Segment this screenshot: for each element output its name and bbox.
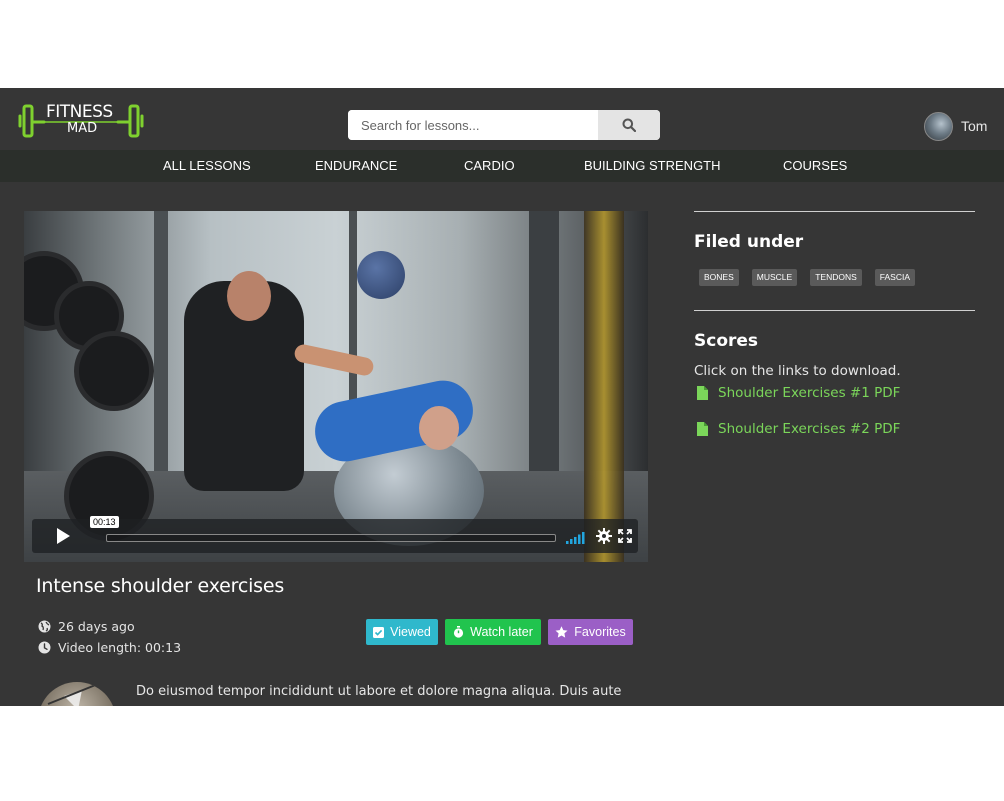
comment-avatar[interactable] bbox=[38, 682, 116, 706]
search-bar bbox=[348, 110, 660, 140]
divider bbox=[694, 310, 975, 311]
divider bbox=[694, 211, 975, 212]
fitness-mad-logo[interactable]: FITNESS MAD bbox=[18, 100, 144, 140]
header: FITNESS MAD Tom bbox=[0, 88, 1004, 150]
pdf-link-1-label: Shoulder Exercises #1 PDF bbox=[718, 385, 901, 401]
video-controls: 00:13 bbox=[32, 516, 638, 553]
current-time-badge: 00:13 bbox=[90, 516, 119, 528]
filed-under-title: Filed under bbox=[694, 232, 804, 252]
search-input[interactable] bbox=[348, 110, 598, 140]
avatar-image bbox=[47, 683, 99, 706]
play-icon bbox=[57, 528, 70, 544]
pdf-link-2[interactable]: Shoulder Exercises #2 PDF bbox=[697, 421, 900, 437]
gear-icon[interactable] bbox=[596, 528, 612, 544]
scores-description: Click on the links to download. bbox=[694, 363, 901, 379]
play-button[interactable] bbox=[38, 521, 88, 551]
stopwatch-icon bbox=[454, 626, 464, 638]
app-window: FITNESS MAD Tom ALL LESSONS ENDURANCE CA… bbox=[0, 88, 1004, 706]
tag-tendons[interactable]: TENDONS bbox=[810, 269, 862, 286]
search-button[interactable] bbox=[598, 110, 660, 140]
video-length-text: Video length: 00:13 bbox=[58, 640, 182, 655]
posted-date-text: 26 days ago bbox=[58, 619, 135, 634]
favorites-button[interactable]: Favorites bbox=[548, 619, 633, 645]
watch-later-button[interactable]: Watch later bbox=[445, 619, 541, 645]
pdf-link-2-label: Shoulder Exercises #2 PDF bbox=[718, 421, 901, 437]
watch-later-label: Watch later bbox=[470, 625, 533, 639]
favorites-label: Favorites bbox=[574, 625, 626, 639]
logo-text-mad: MAD bbox=[67, 121, 98, 136]
posted-date: 26 days ago bbox=[38, 619, 135, 634]
nav-item-endurance[interactable]: ENDURANCE bbox=[315, 150, 397, 182]
nav-item-all-lessons[interactable]: ALL LESSONS bbox=[163, 150, 251, 182]
file-icon bbox=[697, 386, 708, 400]
globe-icon bbox=[38, 620, 51, 633]
nav-item-courses[interactable]: COURSES bbox=[783, 150, 847, 182]
tag-bones[interactable]: BONES bbox=[699, 269, 739, 286]
main-nav: ALL LESSONS ENDURANCE CARDIO BUILDING ST… bbox=[0, 150, 1004, 182]
viewed-button[interactable]: Viewed bbox=[366, 619, 438, 645]
file-icon bbox=[697, 422, 708, 436]
user-name[interactable]: Tom bbox=[961, 118, 987, 134]
pdf-link-1[interactable]: Shoulder Exercises #1 PDF bbox=[697, 385, 900, 401]
scores-title: Scores bbox=[694, 331, 759, 351]
progress-bar[interactable] bbox=[106, 534, 556, 542]
fullscreen-icon[interactable] bbox=[618, 529, 632, 543]
tag-muscle[interactable]: MUSCLE bbox=[751, 269, 798, 286]
star-icon bbox=[555, 626, 568, 638]
video-player[interactable]: 00:13 bbox=[24, 211, 648, 562]
nav-item-building-strength[interactable]: BUILDING STRENGTH bbox=[584, 150, 721, 182]
avatar[interactable] bbox=[924, 111, 953, 141]
volume-icon[interactable] bbox=[566, 530, 588, 544]
lesson-title: Intense shoulder exercises bbox=[36, 575, 285, 597]
tag-fascia[interactable]: FASCIA bbox=[874, 269, 915, 286]
checkbox-icon bbox=[373, 626, 385, 638]
comment-text: Do eiusmod tempor incididunt ut labore e… bbox=[136, 684, 622, 699]
clock-icon bbox=[38, 641, 51, 654]
video-length: Video length: 00:13 bbox=[38, 640, 181, 655]
nav-item-cardio[interactable]: CARDIO bbox=[464, 150, 515, 182]
bottom-margin bbox=[0, 706, 1004, 801]
top-margin bbox=[0, 0, 1004, 88]
viewed-label: Viewed bbox=[390, 625, 431, 639]
tag-list: BONES MUSCLE TENDONS FASCIA bbox=[699, 269, 928, 286]
logo-text-fitness: FITNESS bbox=[46, 102, 113, 122]
search-icon bbox=[622, 118, 636, 132]
user-menu[interactable]: Tom bbox=[924, 111, 987, 141]
